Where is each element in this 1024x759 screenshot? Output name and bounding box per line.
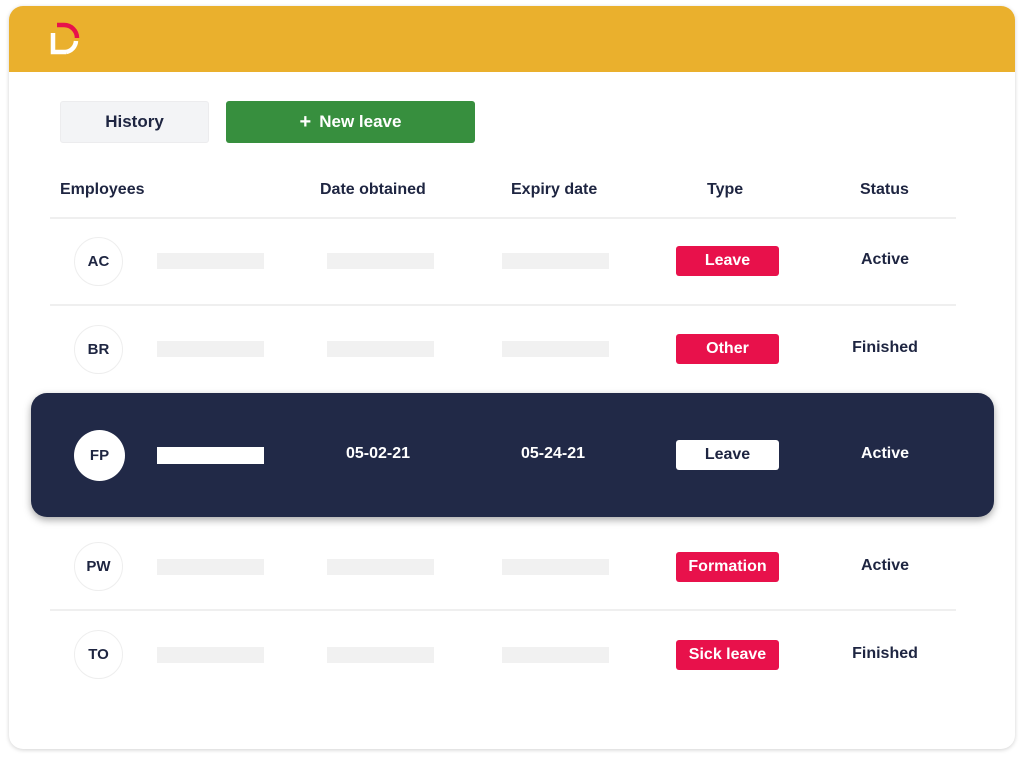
new-leave-button[interactable]: + New leave	[226, 101, 475, 143]
status-text: Finished	[852, 339, 918, 356]
date-obtained-placeholder	[327, 253, 434, 269]
history-label: History	[105, 112, 164, 131]
header-expiry-date[interactable]: Expiry date	[511, 181, 597, 199]
table-row[interactable]: BR Other Finished	[9, 306, 1015, 392]
employee-name-placeholder	[157, 341, 264, 357]
letter-d-logo-icon	[50, 22, 80, 55]
avatar: PW	[74, 542, 123, 591]
app-window: History + New leave Employees Date obtai…	[9, 6, 1015, 749]
expiry-date: 05-24-21	[521, 445, 586, 462]
table-row[interactable]: PW Formation Active	[9, 524, 1015, 610]
date-obtained-placeholder	[327, 341, 434, 357]
expiry-date-placeholder	[502, 341, 609, 357]
status-text: Active	[860, 445, 910, 462]
type-badge: Leave	[676, 246, 779, 276]
status-text: Active	[860, 557, 910, 574]
date-obtained-placeholder	[327, 647, 434, 663]
employee-name-placeholder	[157, 253, 264, 269]
status-text: Active	[860, 251, 910, 268]
plus-icon: +	[299, 111, 312, 133]
table-row-selected[interactable]: FP 05-02-21 05-24-21 Leave Active	[31, 393, 994, 517]
type-badge: Sick leave	[676, 640, 779, 670]
header-bar	[9, 6, 1015, 72]
type-badge: Other	[676, 334, 779, 364]
employee-name-placeholder	[157, 559, 264, 575]
table-row[interactable]: TO Sick leave Finished	[9, 612, 1015, 698]
header-status[interactable]: Status	[860, 181, 909, 199]
header-type[interactable]: Type	[707, 181, 743, 199]
history-button[interactable]: History	[60, 101, 209, 143]
table-row[interactable]: AC Leave Active	[9, 218, 1015, 304]
employee-name-placeholder	[157, 647, 264, 663]
date-obtained: 05-02-21	[346, 445, 411, 462]
header-date-obtained[interactable]: Date obtained	[320, 181, 426, 199]
type-badge: Formation	[676, 552, 779, 582]
avatar: FP	[74, 430, 125, 481]
expiry-date-placeholder	[502, 559, 609, 575]
expiry-date-placeholder	[502, 647, 609, 663]
row-divider	[50, 609, 956, 611]
date-obtained-placeholder	[327, 559, 434, 575]
status-text: Finished	[852, 645, 918, 662]
header-employees[interactable]: Employees	[60, 181, 144, 199]
employee-name-placeholder	[157, 447, 264, 464]
avatar: AC	[74, 237, 123, 286]
avatar: TO	[74, 630, 123, 679]
new-leave-label: New leave	[319, 112, 402, 131]
avatar: BR	[74, 325, 123, 374]
type-badge: Leave	[676, 440, 779, 470]
expiry-date-placeholder	[502, 253, 609, 269]
